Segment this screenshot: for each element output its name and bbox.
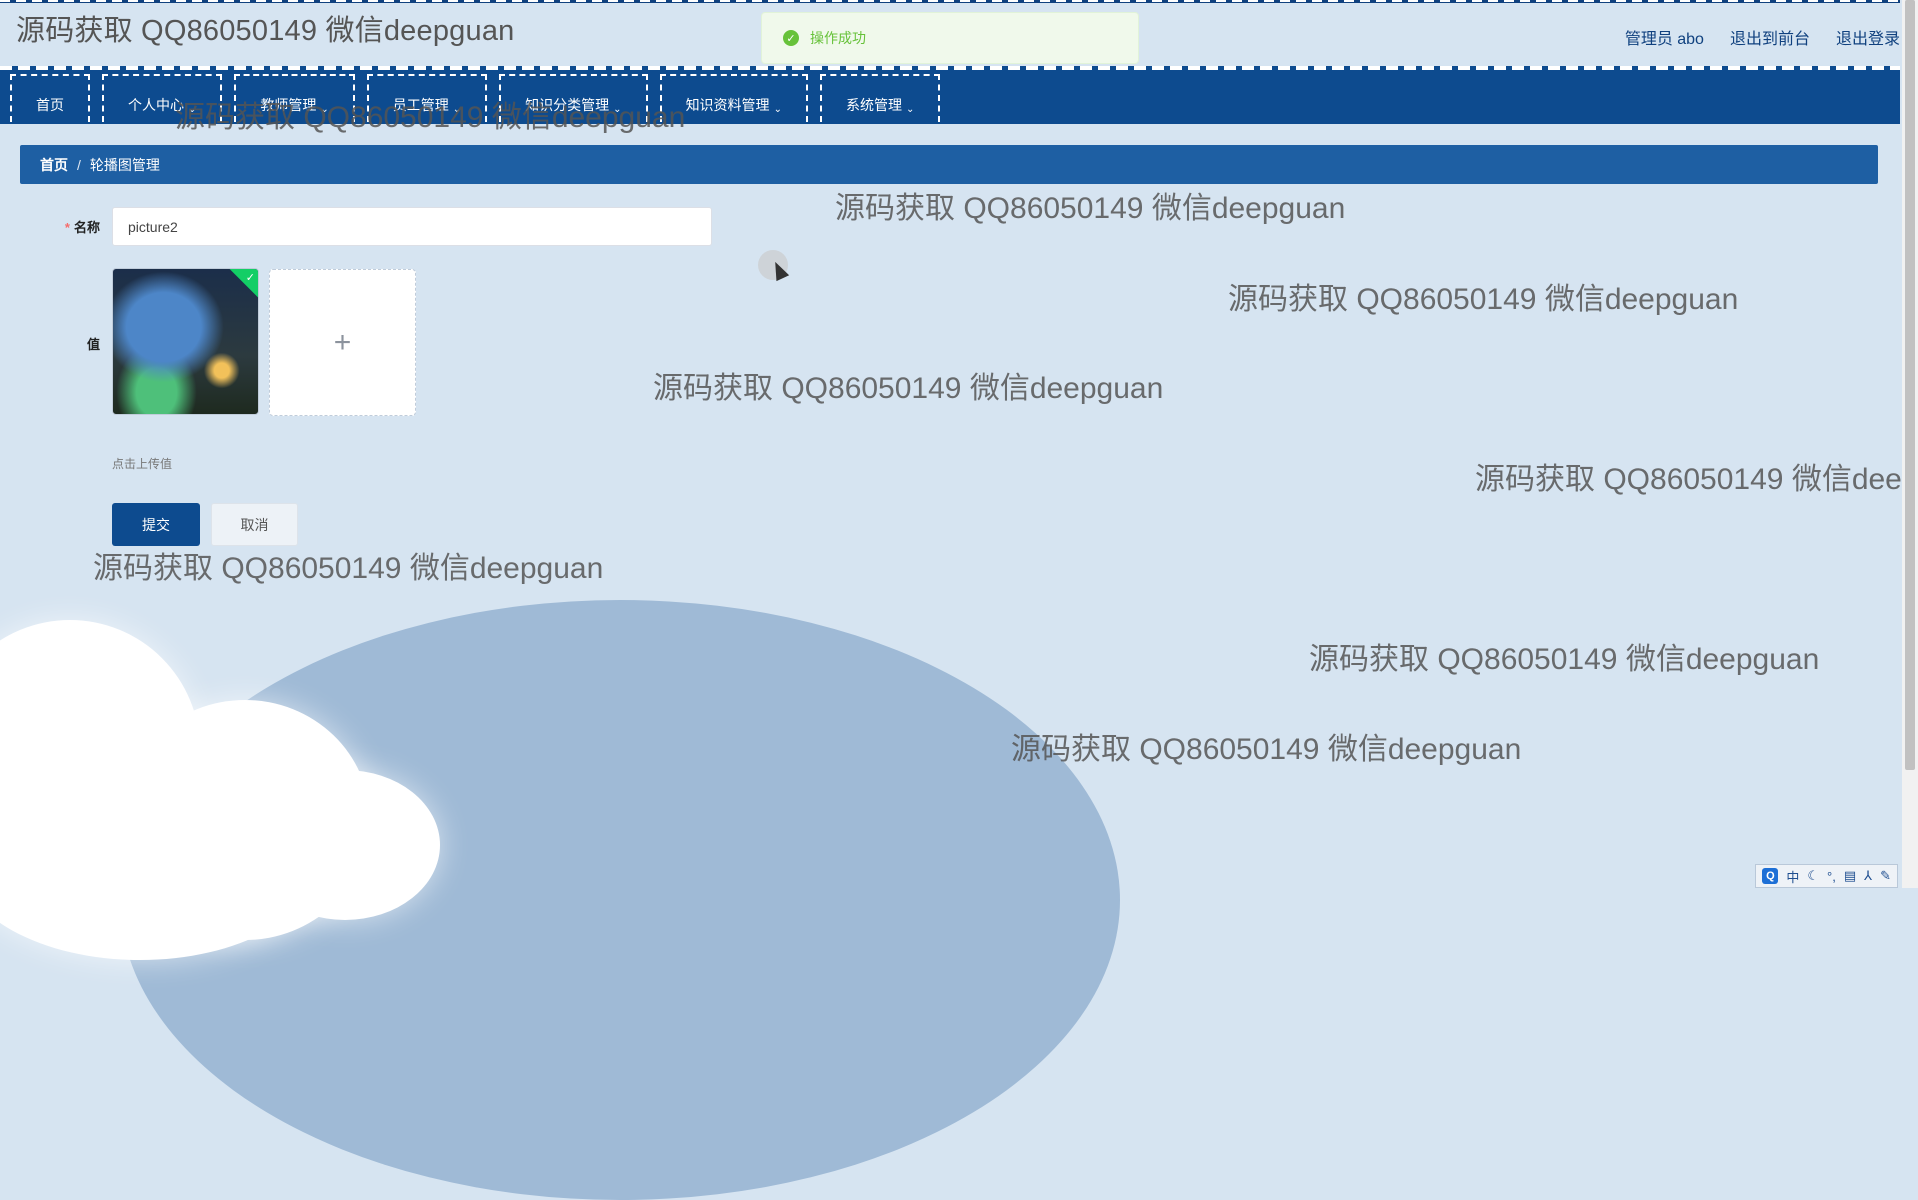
success-toast: ✓ 操作成功 — [761, 12, 1139, 64]
nav-item-label: 首页 — [36, 97, 64, 113]
ime-language[interactable]: 中 — [1786, 867, 1799, 886]
submit-button[interactable]: 提交 — [112, 503, 200, 546]
scrollbar-thumb[interactable] — [1905, 0, 1915, 770]
nav-item-knowledge-category[interactable]: 知识分类管理 ⌄ — [499, 74, 648, 122]
nav-item-label: 系统管理 — [845, 97, 902, 113]
name-label-text: 名称 — [73, 220, 100, 235]
upload-hint: 点击上传值 — [112, 457, 173, 471]
logout-link[interactable]: 退出登录 — [1836, 25, 1900, 49]
vertical-scrollbar[interactable] — [1902, 0, 1918, 888]
keyboard-icon[interactable]: ▤ — [1844, 868, 1856, 884]
name-input[interactable] — [112, 207, 712, 246]
chevron-down-icon: ⌄ — [188, 104, 197, 115]
nav-item-label: 知识资料管理 — [685, 97, 770, 113]
header-links: 管理员 abo 退出到前台 退出登录 — [1625, 25, 1900, 49]
ime-toolbar[interactable]: Q 中 ☾ °, ▤ ⅄ ✎ — [1755, 864, 1898, 888]
nav-item-staff-management[interactable]: 员工管理 ⌄ — [366, 74, 488, 122]
chevron-down-icon: ⌄ — [452, 104, 462, 115]
breadcrumb-separator: / — [77, 156, 81, 173]
user-label: 管理员 abo — [1624, 31, 1704, 48]
nav-item-personal-center[interactable]: 个人中心 ⌄ — [102, 74, 223, 122]
upload-image-button[interactable]: + — [269, 269, 416, 416]
breadcrumb-current: 轮播图管理 — [89, 156, 160, 173]
name-label: * 名称 — [40, 217, 100, 236]
watermark: 源码获取 QQ86050149 微信deepguan — [1309, 643, 1820, 676]
nav-item-label: 个人中心 — [128, 97, 184, 113]
watermark: 源码获取 QQ86050149 微信deepguan — [93, 552, 604, 585]
nav-item-teacher-management[interactable]: 教师管理 ⌄ — [234, 74, 355, 122]
watermark: 源码获取 QQ86050149 微信deepguan — [835, 192, 1346, 225]
nav-item-label: 知识分类管理 — [525, 97, 610, 113]
plus-icon: + — [333, 325, 352, 359]
ime-tool-icon[interactable]: ⅄ — [1864, 868, 1872, 884]
cancel-button[interactable]: 取消 — [211, 503, 298, 546]
toast-message: 操作成功 — [810, 30, 866, 46]
nav-item-home[interactable]: 首页 — [10, 74, 90, 122]
chevron-down-icon: ⌄ — [773, 104, 782, 115]
watermark: 源码获取 QQ86050149 微信dee — [1475, 463, 1902, 496]
moon-icon[interactable]: ☾ — [1807, 868, 1819, 884]
goto-frontend-link[interactable]: 退出到前台 — [1730, 25, 1810, 49]
watermark: 源码获取 QQ86050149 微信deepguan — [653, 372, 1164, 405]
nav-item-system-management[interactable]: 系统管理 ⌄ — [819, 74, 941, 122]
uploaded-image-thumbnail[interactable]: ✓ — [112, 268, 259, 415]
success-check-icon: ✓ — [783, 30, 799, 46]
watermark: 源码获取 QQ86050149 微信deepguan — [1228, 283, 1739, 316]
value-label: 值 — [86, 337, 100, 352]
nav-item-label: 教师管理 — [260, 97, 317, 113]
site-title: 源码获取 QQ86050149 微信deepguan — [16, 15, 515, 47]
breadcrumb: 首页 / 轮播图管理 — [20, 145, 1878, 184]
check-icon: ✓ — [245, 272, 255, 284]
chevron-down-icon: ⌄ — [320, 104, 329, 115]
ime-logo-icon: Q — [1762, 868, 1779, 884]
main-nav: 首页 个人中心 ⌄ 教师管理 ⌄ 员工管理 ⌄ 知识分类管理 ⌄ 知识资料管理 ⌄ 系统管… — [0, 66, 1900, 124]
watermark: 源码获取 QQ86050149 微信deepguan — [1011, 733, 1522, 766]
chevron-down-icon: ⌄ — [613, 104, 622, 115]
nav-item-label: 员工管理 — [392, 97, 449, 113]
breadcrumb-home[interactable]: 首页 — [40, 155, 68, 175]
chevron-down-icon: ⌄ — [905, 104, 915, 115]
required-marker: * — [64, 220, 70, 235]
settings-icon[interactable]: ✎ — [1880, 868, 1891, 884]
nav-items: 首页 个人中心 ⌄ 教师管理 ⌄ 员工管理 ⌄ 知识分类管理 ⌄ 知识资料管理 ⌄ 系统管… — [10, 74, 941, 122]
nav-item-knowledge-material[interactable]: 知识资料管理 ⌄ — [659, 74, 808, 122]
punctuation-icon[interactable]: °, — [1827, 869, 1836, 884]
